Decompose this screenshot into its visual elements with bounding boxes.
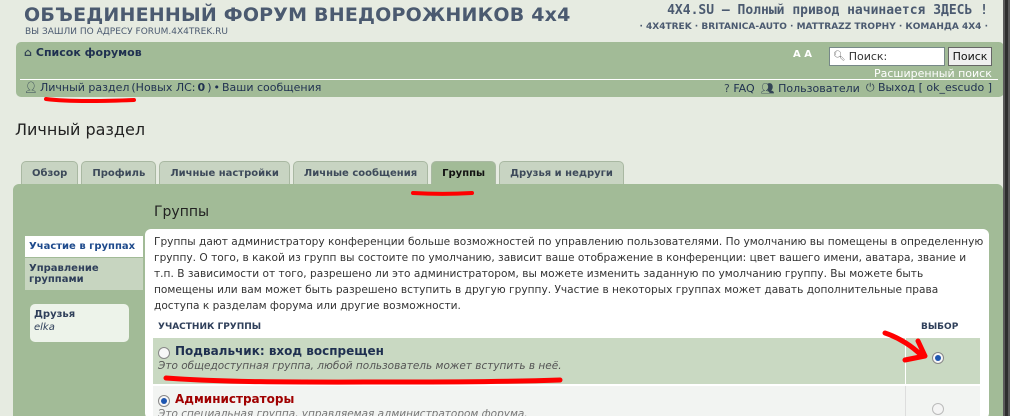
underline-group-desc <box>163 375 563 385</box>
underline-groups-tab <box>411 191 474 196</box>
underline-personal <box>44 97 136 103</box>
red-annotations <box>44 97 928 385</box>
annotation-arrow <box>882 330 928 363</box>
